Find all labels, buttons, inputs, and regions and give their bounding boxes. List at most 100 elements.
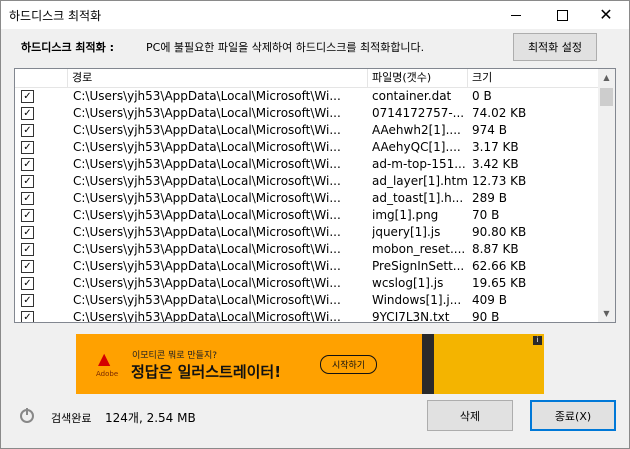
table-row[interactable]: C:\Users\yjh53\AppData\Local\Microsoft\W… <box>15 190 600 207</box>
settings-button[interactable]: 최적화 설정 <box>513 33 597 61</box>
row-checkbox[interactable] <box>21 158 34 171</box>
row-checkbox[interactable] <box>21 175 34 188</box>
app-window: 하드디스크 최적화 ✕ 하드디스크 최적화 : PC에 불필요한 파일을 삭제하… <box>0 0 630 449</box>
table-row[interactable]: C:\Users\yjh53\AppData\Local\Microsoft\W… <box>15 275 600 292</box>
row-filename: 9YCI7L3N.txt <box>372 310 450 323</box>
row-size: 90 B <box>472 310 500 323</box>
status-label: 검색완료 <box>51 412 92 425</box>
vertical-scrollbar[interactable]: ▲ ▼ <box>598 69 615 322</box>
row-filename: wcslog[1].js <box>372 276 444 290</box>
row-filename: PreSignInSett... <box>372 259 465 273</box>
close-button[interactable]: ✕ <box>583 1 629 29</box>
table-row[interactable]: C:\Users\yjh53\AppData\Local\Microsoft\W… <box>15 309 600 323</box>
minimize-button[interactable] <box>493 1 539 29</box>
header-filename[interactable]: 파일명(갯수) <box>368 69 468 87</box>
row-filename: jquery[1].js <box>372 225 441 239</box>
status-summary: 124개, 2.54 MB <box>105 411 196 425</box>
table-row[interactable]: C:\Users\yjh53\AppData\Local\Microsoft\W… <box>15 292 600 309</box>
minimize-icon <box>511 14 521 16</box>
row-path: C:\Users\yjh53\AppData\Local\Microsoft\W… <box>73 276 341 290</box>
header-path[interactable]: 경로 <box>68 69 368 87</box>
row-path: C:\Users\yjh53\AppData\Local\Microsoft\W… <box>73 293 341 307</box>
row-size: 409 B <box>472 293 507 307</box>
row-checkbox[interactable] <box>21 243 34 256</box>
row-checkbox[interactable] <box>21 124 34 137</box>
table-row[interactable]: C:\Users\yjh53\AppData\Local\Microsoft\W… <box>15 173 600 190</box>
title-bar[interactable]: 하드디스크 최적화 ✕ <box>1 1 629 29</box>
row-path: C:\Users\yjh53\AppData\Local\Microsoft\W… <box>73 157 341 171</box>
ad-illustration <box>422 334 544 394</box>
row-path: C:\Users\yjh53\AppData\Local\Microsoft\W… <box>73 208 341 222</box>
maximize-button[interactable] <box>539 1 585 29</box>
row-checkbox[interactable] <box>21 277 34 290</box>
table-row[interactable]: C:\Users\yjh53\AppData\Local\Microsoft\W… <box>15 139 600 156</box>
ad-banner[interactable]: ▲ Adobe 이모티콘 뭐로 만들지? 정답은 일러스트레이터! 시작하기 i <box>76 334 544 394</box>
scroll-up-icon[interactable]: ▲ <box>598 69 615 86</box>
row-filename: ad_layer[1].htm <box>372 174 468 188</box>
scroll-down-icon[interactable]: ▼ <box>598 305 615 322</box>
row-path: C:\Users\yjh53\AppData\Local\Microsoft\W… <box>73 140 341 154</box>
row-size: 3.17 KB <box>472 140 519 154</box>
ad-headline: 정답은 일러스트레이터! <box>131 363 282 381</box>
row-path: C:\Users\yjh53\AppData\Local\Microsoft\W… <box>73 174 341 188</box>
row-size: 70 B <box>472 208 500 222</box>
table-row[interactable]: C:\Users\yjh53\AppData\Local\Microsoft\W… <box>15 207 600 224</box>
table-row[interactable]: C:\Users\yjh53\AppData\Local\Microsoft\W… <box>15 122 600 139</box>
table-row[interactable]: C:\Users\yjh53\AppData\Local\Microsoft\W… <box>15 105 600 122</box>
power-icon <box>20 408 34 423</box>
row-size: 8.87 KB <box>472 242 519 256</box>
ad-info-icon[interactable]: i <box>533 336 542 345</box>
row-size: 0 B <box>472 89 492 103</box>
row-filename: container.dat <box>372 89 452 103</box>
row-checkbox[interactable] <box>21 90 34 103</box>
adobe-logo-icon: ▲ <box>98 349 111 368</box>
row-path: C:\Users\yjh53\AppData\Local\Microsoft\W… <box>73 191 341 205</box>
table-row[interactable]: C:\Users\yjh53\AppData\Local\Microsoft\W… <box>15 258 600 275</box>
info-label: 하드디스크 최적화 : <box>21 41 115 54</box>
scroll-thumb[interactable] <box>600 88 613 106</box>
close-icon: ✕ <box>599 5 613 24</box>
row-checkbox[interactable] <box>21 294 34 307</box>
table-row[interactable]: C:\Users\yjh53\AppData\Local\Microsoft\W… <box>15 88 600 105</box>
row-size: 3.42 KB <box>472 157 519 171</box>
row-path: C:\Users\yjh53\AppData\Local\Microsoft\W… <box>73 259 341 273</box>
row-filename: 0714172757-... <box>372 106 465 120</box>
row-size: 62.66 KB <box>472 259 527 273</box>
row-filename: AAehyQC[1].... <box>372 140 461 154</box>
row-checkbox[interactable] <box>21 141 34 154</box>
row-checkbox[interactable] <box>21 311 34 322</box>
table-row[interactable]: C:\Users\yjh53\AppData\Local\Microsoft\W… <box>15 241 600 258</box>
window-title: 하드디스크 최적화 <box>9 9 102 23</box>
row-filename: Windows[1].j... <box>372 293 462 307</box>
row-path: C:\Users\yjh53\AppData\Local\Microsoft\W… <box>73 310 341 323</box>
header-size[interactable]: 크기 <box>468 69 600 87</box>
table-row[interactable]: C:\Users\yjh53\AppData\Local\Microsoft\W… <box>15 156 600 173</box>
row-size: 289 B <box>472 191 507 205</box>
file-list[interactable]: 경로 파일명(갯수) 크기 C:\Users\yjh53\AppData\Loc… <box>14 68 616 323</box>
header-check-column[interactable] <box>15 69 68 87</box>
ad-cta-button[interactable]: 시작하기 <box>320 355 377 374</box>
list-rows: C:\Users\yjh53\AppData\Local\Microsoft\W… <box>15 88 600 323</box>
info-text: PC에 불필요한 파일을 삭제하여 하드디스크를 최적화합니다. <box>146 41 425 54</box>
row-filename: ad_toast[1].h... <box>372 191 464 205</box>
row-size: 19.65 KB <box>472 276 527 290</box>
ad-logo-text: Adobe <box>96 370 119 378</box>
row-size: 90.80 KB <box>472 225 527 239</box>
ad-toolbar-illustration <box>422 334 434 394</box>
row-path: C:\Users\yjh53\AppData\Local\Microsoft\W… <box>73 242 341 256</box>
row-size: 12.73 KB <box>472 174 527 188</box>
row-checkbox[interactable] <box>21 192 34 205</box>
row-path: C:\Users\yjh53\AppData\Local\Microsoft\W… <box>73 106 341 120</box>
row-checkbox[interactable] <box>21 226 34 239</box>
table-row[interactable]: C:\Users\yjh53\AppData\Local\Microsoft\W… <box>15 224 600 241</box>
row-filename: ad-m-top-151... <box>372 157 466 171</box>
row-filename: AAehwh2[1].... <box>372 123 461 137</box>
row-checkbox[interactable] <box>21 260 34 273</box>
row-checkbox[interactable] <box>21 209 34 222</box>
row-size: 974 B <box>472 123 507 137</box>
row-checkbox[interactable] <box>21 107 34 120</box>
delete-button[interactable]: 삭제 <box>427 400 513 431</box>
exit-button[interactable]: 종료(X) <box>530 400 616 431</box>
list-header: 경로 파일명(갯수) 크기 <box>15 69 600 88</box>
row-filename: img[1].png <box>372 208 439 222</box>
